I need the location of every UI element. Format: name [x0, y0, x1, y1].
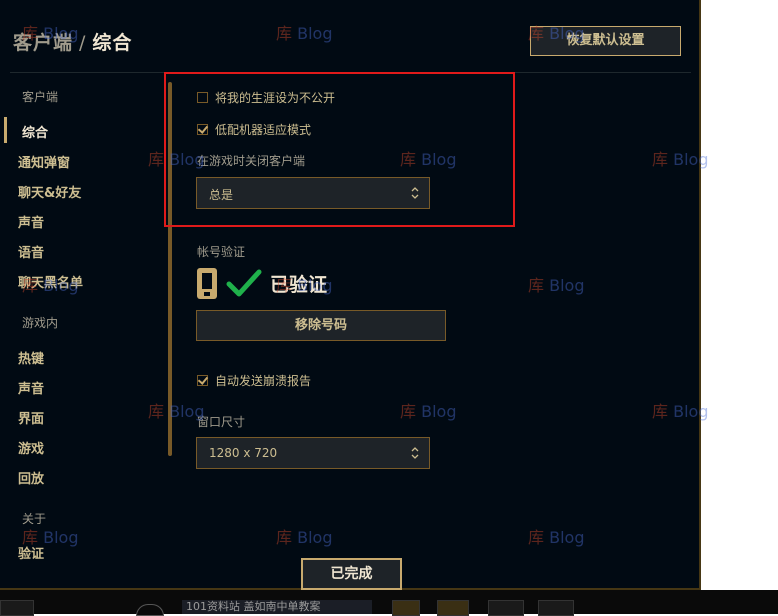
done-button[interactable]: 已完成: [301, 558, 402, 590]
sidebar-heading-client: 客户端: [22, 90, 59, 104]
window-size-label: 窗口尺寸: [197, 415, 246, 429]
title-section: 客户端: [13, 32, 74, 54]
verified-status: 已验证: [196, 267, 327, 300]
sidebar-item-replays[interactable]: 回放: [18, 468, 44, 487]
sidebar-item-game[interactable]: 游戏: [18, 438, 44, 457]
sidebar-item-chat-blocklist[interactable]: 聊天黑名单: [18, 272, 83, 291]
sidebar-heading-about: 关于: [22, 512, 47, 526]
window-size-value: 1280 x 720: [209, 446, 278, 460]
highlight-box: [164, 72, 515, 227]
crash-report-label: 自动发送崩溃报告: [215, 373, 312, 388]
sidebar-item-ingame-sound[interactable]: 声音: [18, 378, 44, 397]
settings-panel: 客户端 / 综合 恢复默认设置 客户端 综合 通知弹窗 聊天&好友 声音 语音 聊天…: [0, 0, 701, 590]
active-nav-marker: [4, 117, 7, 143]
remove-number-button[interactable]: 移除号码: [196, 310, 446, 341]
title-separator: /: [79, 32, 87, 54]
sidebar-item-interface[interactable]: 界面: [18, 408, 44, 427]
checkmark-icon: [226, 269, 262, 296]
sidebar-heading-ingame: 游戏内: [22, 316, 59, 330]
crash-report-checkbox[interactable]: [197, 374, 208, 386]
taskbar-text[interactable]: 101资料站 盖如南中单教案: [182, 600, 372, 614]
sidebar-item-chat-friends[interactable]: 聊天&好友: [18, 182, 81, 201]
reset-defaults-button[interactable]: 恢复默认设置: [530, 26, 681, 56]
sidebar-item-hotkeys[interactable]: 热键: [18, 348, 44, 367]
verified-text: 已验证: [270, 274, 328, 296]
taskbar-circle-icon[interactable]: [136, 604, 164, 616]
taskbar: 101资料站 盖如南中单教案: [0, 590, 778, 616]
title-current: 综合: [92, 32, 133, 54]
sidebar-item-verification[interactable]: 验证: [18, 543, 44, 562]
sidebar-item-notifications[interactable]: 通知弹窗: [18, 152, 70, 171]
window-size-dropdown[interactable]: 1280 x 720: [196, 437, 430, 469]
sidebar-item-general[interactable]: 综合: [22, 122, 48, 141]
page-title: 客户端 / 综合: [13, 28, 132, 55]
sidebar-item-voice[interactable]: 语音: [18, 242, 44, 261]
sidebar-item-sound[interactable]: 声音: [18, 212, 44, 231]
phone-icon: [197, 268, 217, 299]
chevron-updown-icon: [411, 447, 419, 459]
account-verify-label: 帐号验证: [197, 245, 246, 259]
crash-report-option[interactable]: 自动发送崩溃报告: [197, 372, 311, 388]
